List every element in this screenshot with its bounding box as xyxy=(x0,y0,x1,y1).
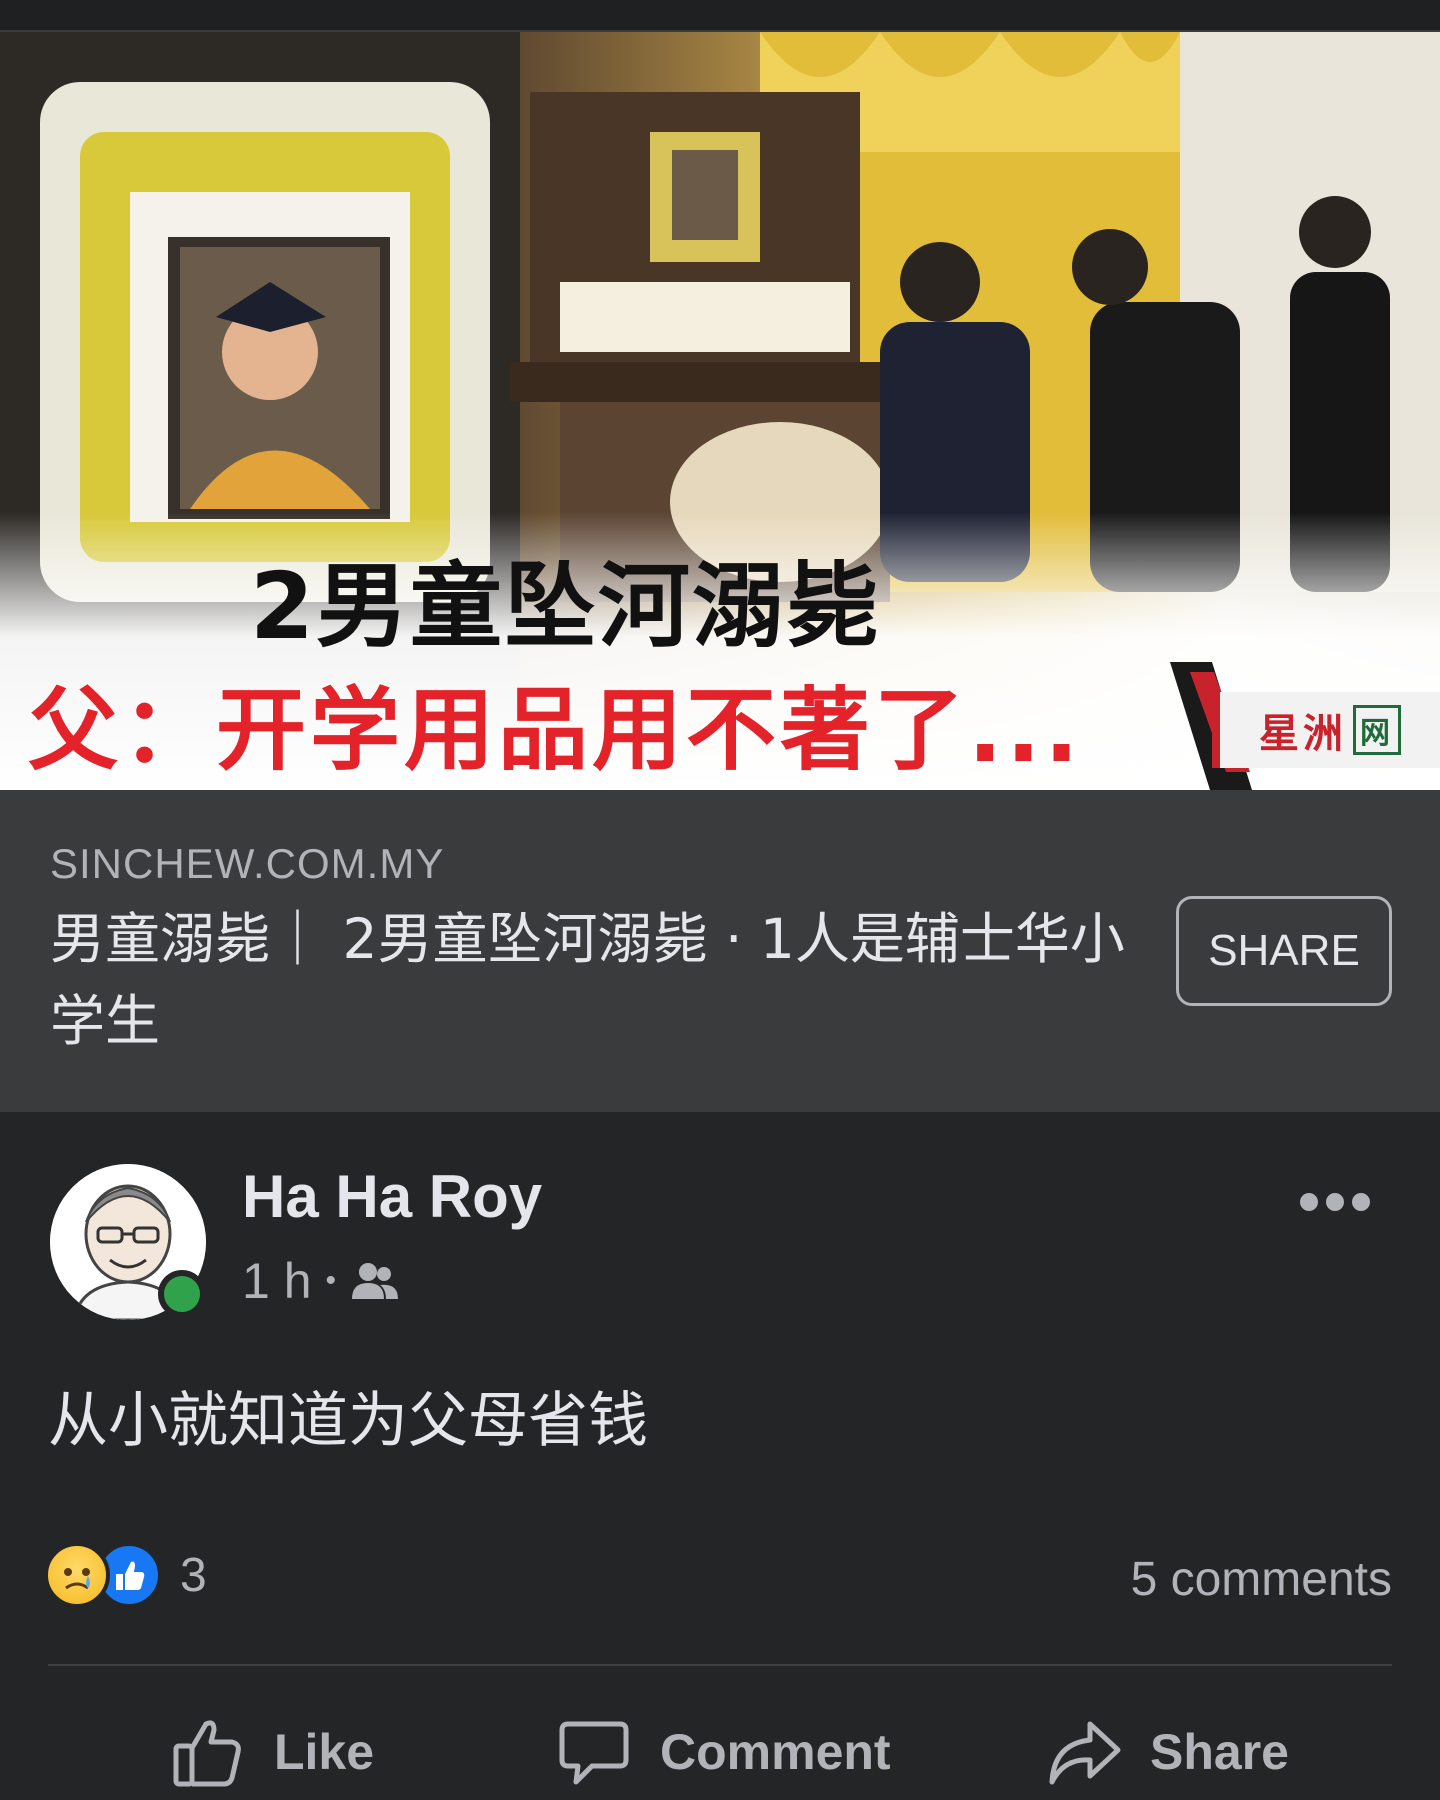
like-label: Like xyxy=(274,1724,375,1780)
post-image[interactable]: 2男童坠河溺毙 父：开学用品用不著了... 星洲 网 xyxy=(0,32,1440,790)
reaction-summary[interactable]: 3 xyxy=(44,1542,207,1608)
link-preview-card[interactable]: SINCHEW.COM.MY 男童溺毙｜ 2男童坠河溺毙 · 1人是辅士华小学生… xyxy=(0,790,1440,1112)
comment-label: Comment xyxy=(660,1724,891,1780)
post-timestamp[interactable]: 1 h xyxy=(242,1252,312,1310)
image-headline-secondary: 父：开学用品用不著了... xyxy=(28,678,1083,783)
comments-count-link[interactable]: 5 comments xyxy=(1131,1552,1392,1607)
comment-button[interactable]: Comment xyxy=(556,1712,891,1792)
share-button[interactable]: Share xyxy=(1046,1712,1289,1792)
link-domain: SINCHEW.COM.MY xyxy=(50,840,445,887)
image-headline-primary: 2男童坠河溺毙 xyxy=(250,553,881,660)
reaction-count: 3 xyxy=(180,1548,207,1602)
share-arrow-icon xyxy=(1049,1721,1121,1785)
online-status-dot xyxy=(158,1270,206,1318)
share-label: Share xyxy=(1150,1724,1289,1780)
link-share-button[interactable]: SHARE xyxy=(1176,896,1392,1006)
post-text: 从小就知道为父母省钱 xyxy=(48,1386,648,1456)
meta-separator: • xyxy=(325,1264,337,1297)
post-author-name[interactable]: Ha Ha Roy xyxy=(242,1162,542,1231)
like-button[interactable]: Like xyxy=(170,1712,374,1792)
action-divider xyxy=(48,1664,1392,1666)
logo-text: 星洲 xyxy=(1259,710,1347,757)
post-meta: 1 h • xyxy=(242,1252,400,1310)
thumbs-up-icon xyxy=(173,1720,241,1787)
logo-box-text: 网 xyxy=(1353,705,1401,755)
sad-reaction-icon xyxy=(44,1542,110,1608)
top-edge-bar xyxy=(0,0,1440,32)
post-card: Ha Ha Roy 1 h • 从小就知道为父母省钱 3 5 comments … xyxy=(0,1112,1440,1800)
sinchew-logo: 星洲 网 xyxy=(1212,692,1440,768)
comment-bubble-icon xyxy=(559,1721,629,1785)
link-title[interactable]: 男童溺毙｜ 2男童坠河溺毙 · 1人是辅士华小学生 xyxy=(50,898,1130,1062)
post-action-bar: Like Comment Share xyxy=(0,1712,1440,1792)
friends-icon[interactable] xyxy=(350,1261,400,1301)
more-options-icon[interactable] xyxy=(1290,1182,1380,1222)
